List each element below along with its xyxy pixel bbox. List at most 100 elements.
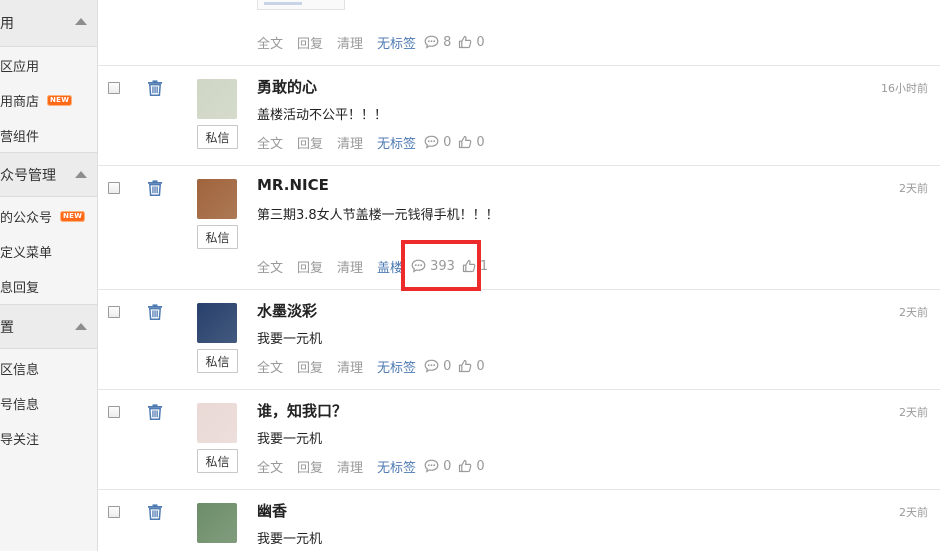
clear-link[interactable]: 清理	[337, 457, 363, 476]
user-name[interactable]: 勇敢的心	[257, 76, 317, 97]
reply-link[interactable]: 回复	[297, 133, 323, 152]
comment-icon[interactable]	[424, 135, 439, 149]
full-text-link[interactable]: 全文	[257, 357, 283, 376]
select-checkbox[interactable]	[108, 82, 120, 94]
tag-link[interactable]: 无标签	[377, 357, 416, 376]
trash-icon[interactable]	[147, 404, 163, 420]
post-row: 私信 谁，知我口？ 2天前 我要一元机 全文 回复 清理 无标签 0 0	[98, 390, 940, 490]
comment-count: 0	[443, 134, 452, 150]
like-icon[interactable]	[458, 459, 472, 473]
sidebar-item-label: 用商店	[0, 94, 40, 110]
user-name[interactable]: 幽香	[257, 500, 287, 521]
full-text-link[interactable]: 全文	[257, 133, 283, 152]
post-content: 我要一元机	[257, 432, 323, 447]
post-time: 2天前	[899, 306, 928, 319]
comment-icon[interactable]	[424, 35, 439, 49]
avatar[interactable]	[197, 303, 237, 343]
sidebar-item-label: 导关注	[0, 432, 40, 448]
sidebar-item-community-info[interactable]: 区信息	[0, 356, 97, 380]
user-name[interactable]: MR.NICE	[257, 176, 329, 194]
like-icon[interactable]	[458, 359, 472, 373]
select-checkbox[interactable]	[108, 506, 120, 518]
like-icon[interactable]	[458, 35, 472, 49]
like-count: 0	[476, 34, 485, 50]
private-message-button[interactable]: 私信	[197, 449, 238, 473]
sidebar-section-title: 众号管理	[0, 167, 56, 184]
tag-link[interactable]: 盖楼	[377, 257, 403, 276]
post-content: 第三期3.8女人节盖楼一元钱得手机！！！	[257, 208, 499, 223]
private-message-button[interactable]: 私信	[197, 125, 238, 149]
sidebar-item-label: 营组件	[0, 129, 40, 145]
reply-link[interactable]: 回复	[297, 33, 323, 52]
post-time: 2天前	[899, 182, 928, 195]
sidebar-section-official-account[interactable]: 众号管理	[0, 152, 97, 197]
post-row: 私信 MR.NICE 2天前 第三期3.8女人节盖楼一元钱得手机！！！ 全文 回…	[98, 166, 940, 290]
post-row: 私信 勇敢的心 16小时前 盖楼活动不公平！！！ 全文 回复 清理 无标签 0 …	[98, 66, 940, 166]
trash-icon[interactable]	[147, 80, 163, 96]
sidebar-item-components[interactable]: 营组件	[0, 123, 97, 147]
select-checkbox[interactable]	[108, 306, 120, 318]
post-row: 私信 水墨淡彩 2天前 我要一元机 全文 回复 清理 无标签 0 0	[98, 290, 940, 390]
clear-link[interactable]: 清理	[337, 133, 363, 152]
avatar[interactable]	[197, 503, 237, 543]
comment-count: 0	[443, 358, 452, 374]
comment-icon[interactable]	[424, 459, 439, 473]
select-checkbox[interactable]	[108, 182, 120, 194]
clear-link[interactable]: 清理	[337, 33, 363, 52]
like-count: 0	[476, 458, 485, 474]
post-content: 我要一元机	[257, 332, 323, 347]
sidebar-item-my-accounts[interactable]: 的公众号 NEW	[0, 204, 97, 228]
trash-icon[interactable]	[147, 504, 163, 520]
full-text-link[interactable]: 全文	[257, 457, 283, 476]
sidebar-item-community-apps[interactable]: 区应用	[0, 53, 97, 77]
trash-icon[interactable]	[147, 180, 163, 196]
like-count: 1	[479, 258, 489, 274]
sidebar-section-apps[interactable]: 用	[0, 0, 97, 47]
avatar[interactable]	[197, 403, 237, 443]
sidebar: 用 区应用 用商店 NEW 营组件 众号管理 的公众号 NEW 定义菜单 息回复 置…	[0, 0, 98, 551]
reply-link[interactable]: 回复	[297, 257, 323, 276]
avatar[interactable]	[197, 79, 237, 119]
highlight-box	[401, 240, 481, 291]
private-message-button[interactable]: 私信	[197, 225, 238, 249]
select-checkbox[interactable]	[108, 406, 120, 418]
tag-link[interactable]: 无标签	[377, 457, 416, 476]
sidebar-item-account-info[interactable]: 号信息	[0, 391, 97, 415]
comment-count: 0	[443, 458, 452, 474]
full-text-link[interactable]: 全文	[257, 257, 283, 276]
sidebar-item-auto-reply[interactable]: 息回复	[0, 274, 97, 298]
sidebar-item-label: 区应用	[0, 59, 40, 75]
comment-count: 8	[443, 34, 452, 50]
post-row-partial: 全文 回复 清理 无标签 8 0	[98, 0, 940, 66]
tag-link[interactable]: 无标签	[377, 133, 416, 152]
clear-link[interactable]: 清理	[337, 257, 363, 276]
clear-link[interactable]: 清理	[337, 357, 363, 376]
post-actions: 全文 回复 清理 无标签 0 0	[257, 133, 492, 152]
sidebar-item-label: 区信息	[0, 362, 40, 378]
sidebar-item-follow-guide[interactable]: 导关注	[0, 426, 97, 450]
comment-icon[interactable]	[424, 359, 439, 373]
sidebar-item-label: 定义菜单	[0, 245, 53, 261]
post-time: 16小时前	[881, 82, 928, 95]
reply-link[interactable]: 回复	[297, 357, 323, 376]
sidebar-item-custom-menu[interactable]: 定义菜单	[0, 239, 97, 263]
like-count: 0	[476, 134, 485, 150]
user-name[interactable]: 谁，知我口？	[257, 400, 347, 421]
private-message-button[interactable]: 私信	[197, 349, 238, 373]
collapse-caret-icon[interactable]	[75, 18, 87, 25]
collapse-caret-icon[interactable]	[75, 171, 87, 178]
tag-link[interactable]: 无标签	[377, 33, 416, 52]
user-name[interactable]: 水墨淡彩	[257, 300, 317, 321]
new-badge: NEW	[47, 94, 73, 106]
like-icon[interactable]	[458, 135, 472, 149]
full-text-link[interactable]: 全文	[257, 33, 283, 52]
sidebar-item-label: 息回复	[0, 280, 40, 296]
sidebar-item-label: 号信息	[0, 397, 40, 413]
reply-link[interactable]: 回复	[297, 457, 323, 476]
avatar[interactable]	[197, 179, 237, 219]
sidebar-item-app-store[interactable]: 用商店 NEW	[0, 88, 97, 112]
post-image-thumbnail[interactable]	[257, 0, 345, 10]
trash-icon[interactable]	[147, 304, 163, 320]
sidebar-section-settings[interactable]: 置	[0, 304, 97, 349]
collapse-caret-icon[interactable]	[75, 323, 87, 330]
